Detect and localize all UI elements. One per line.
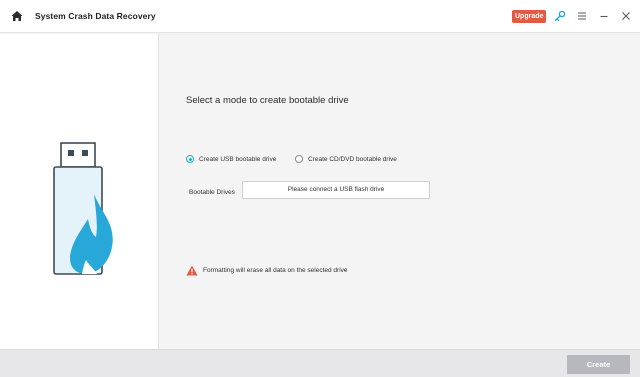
- usb-mode-radio[interactable]: Create USB bootable drive: [186, 155, 276, 163]
- page-heading: Select a mode to create bootable drive: [186, 95, 349, 106]
- warning-text: Formatting will erase all data on the se…: [203, 267, 348, 274]
- illustration-panel: [0, 34, 159, 349]
- bootable-drives-select[interactable]: Please connect a USB flash drive: [242, 181, 430, 199]
- upgrade-button[interactable]: Upgrade: [512, 10, 547, 23]
- key-icon[interactable]: [554, 10, 566, 22]
- warning-icon: [186, 265, 198, 276]
- menu-icon[interactable]: [577, 11, 587, 21]
- usb-mode-radio-button[interactable]: [186, 155, 194, 163]
- close-icon[interactable]: [621, 11, 631, 21]
- bootable-drives-label: Bootable Drives: [189, 189, 235, 196]
- home-icon[interactable]: [11, 10, 23, 22]
- create-button[interactable]: Create: [567, 355, 630, 374]
- cd-mode-radio[interactable]: Create CD/DVD bootable drive: [295, 155, 397, 163]
- app-title: System Crash Data Recovery: [35, 11, 156, 21]
- title-bar: System Crash Data Recovery Upgrade: [0, 0, 640, 33]
- format-warning: Formatting will erase all data on the se…: [186, 265, 348, 276]
- usb-mode-label: Create USB bootable drive: [199, 155, 277, 163]
- cd-mode-label: Create CD/DVD bootable drive: [308, 155, 397, 163]
- cd-mode-radio-button[interactable]: [295, 155, 303, 163]
- footer-bar: Create: [0, 349, 640, 377]
- main-content: Select a mode to create bootable drive C…: [160, 34, 640, 349]
- usb-drive-icon: [53, 142, 113, 275]
- minimize-icon[interactable]: [599, 11, 609, 21]
